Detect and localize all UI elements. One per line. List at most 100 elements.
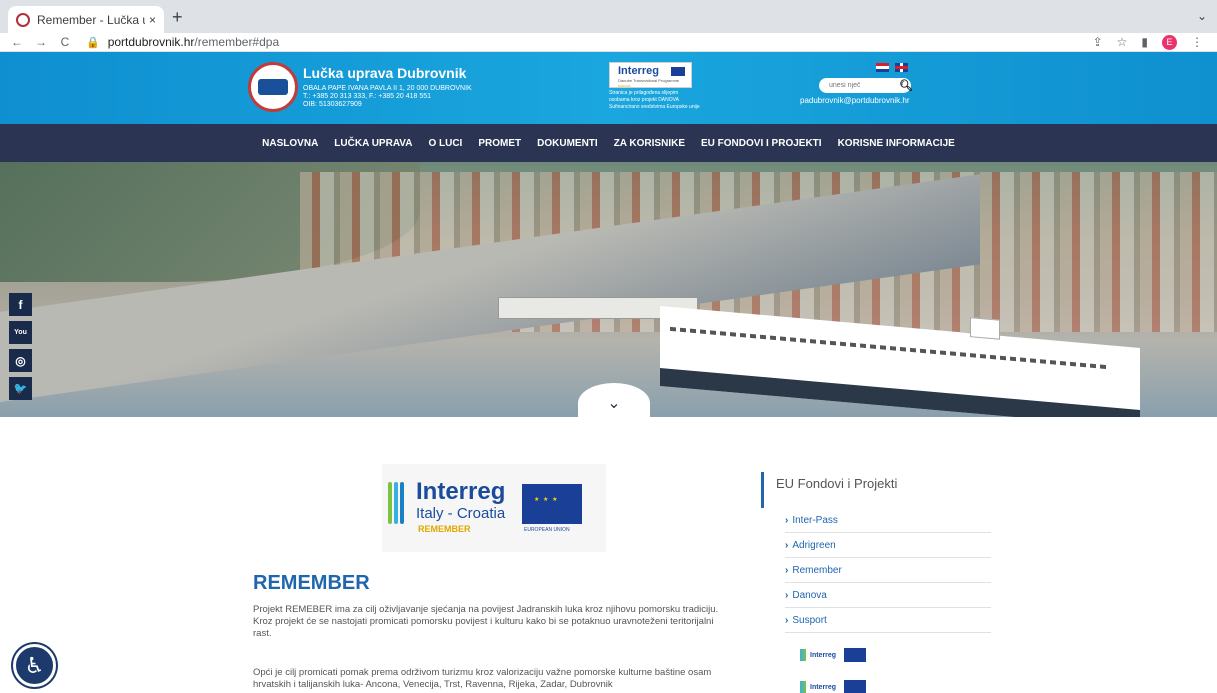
- port-authority-logo[interactable]: [248, 62, 298, 112]
- tab-title: Remember - Lučka uprava Dub: [37, 12, 145, 27]
- sidebar-logo-remember[interactable]: Interreg: [800, 647, 878, 663]
- sidebar-item-label: Inter-Pass: [792, 514, 838, 526]
- sidebar-item-label: Susport: [792, 614, 827, 626]
- nav-za-korisnike[interactable]: ZA KORISNIKE: [614, 138, 685, 149]
- chevron-right-icon: ›: [785, 564, 789, 576]
- sidebar: EU Fondovi i Projekti › Inter-Pass › Adrig…: [761, 472, 991, 633]
- croatian-flag-icon[interactable]: [876, 63, 889, 72]
- mini-logo-text: Interreg: [810, 651, 837, 659]
- sidebar-title: EU Fondovi i Projekti: [761, 472, 991, 508]
- lock-icon: 🔒: [86, 36, 100, 49]
- ship-funnel: [970, 317, 1000, 340]
- ship-emblem-icon: [258, 79, 288, 95]
- site-title[interactable]: Lučka uprava Dubrovnik: [303, 65, 466, 81]
- oib-text: OIB: 51303627909: [303, 101, 362, 108]
- note-line-2: osobama kroz projekt DANOVA: [609, 97, 679, 103]
- search-box: 🔍︎: [819, 78, 913, 93]
- goal-paragraph: Opći je cilj promicati pomak prema održi…: [253, 667, 712, 690]
- email-link[interactable]: padubrovnik@portdubrovnik.hr: [800, 96, 910, 105]
- chevron-right-icon: ›: [785, 514, 789, 526]
- contact-info: OBALA PAPE IVANA PAVLA II 1, 20 000 DUBR…: [303, 85, 472, 109]
- language-switcher: [876, 63, 908, 72]
- address-bar[interactable]: 🔒 portdubrovnik.hr/remember#dpa: [86, 35, 1093, 49]
- ship-lifeboats: [670, 326, 1110, 370]
- nav-promet[interactable]: PROMET: [478, 138, 521, 149]
- sidebar-item-label: Danova: [792, 589, 827, 601]
- profile-avatar[interactable]: E: [1162, 34, 1177, 50]
- interreg-stripes-icon: [388, 482, 404, 524]
- mini-logo-text: Interreg: [810, 683, 837, 691]
- forward-button[interactable]: →: [32, 35, 50, 49]
- interreg-stripes-icon: [800, 649, 806, 661]
- main-navigation: NASLOVNA LUČKA UPRAVA O LUCI PROMET DOKU…: [0, 124, 1217, 162]
- accessibility-note: Stranica je prilagođena slijepim osobama…: [609, 90, 700, 111]
- chevron-right-icon: ›: [785, 539, 789, 551]
- interreg-sub-text: Danube Transnational Programme: [618, 78, 680, 83]
- sidebar-logo-second[interactable]: Interreg: [800, 679, 878, 693]
- nav-korisne-informacije[interactable]: KORISNE INFORMACIJE: [838, 138, 955, 149]
- sidebar-item-label: Adrigreen: [792, 539, 836, 551]
- instagram-icon[interactable]: ◎: [9, 349, 32, 372]
- logo-remember: REMEMBER: [418, 524, 471, 534]
- interreg-danube-logo[interactable]: Interreg Danube Transnational Programme …: [609, 62, 692, 88]
- eu-flag-icon: [671, 67, 685, 76]
- url-host: portdubrovnik.hr: [107, 35, 195, 49]
- nav-eu-fondovi[interactable]: EU FONDOVI I PROJEKTI: [701, 138, 822, 149]
- page-content: Interreg Italy - Croatia REMEMBER EUROPE…: [0, 417, 1217, 693]
- scroll-down-button[interactable]: ⌄: [578, 383, 650, 417]
- browser-menu-icon[interactable]: ⋮: [1191, 35, 1203, 49]
- side-panel-icon[interactable]: ▮: [1141, 35, 1148, 49]
- sidebar-item-adrigreen[interactable]: › Adrigreen: [785, 533, 991, 558]
- browser-tabbar: Remember - Lučka uprava Dub × + ⌄: [0, 0, 1217, 33]
- eu-flag-icon: [522, 484, 582, 524]
- eu-flag-icon: [844, 648, 867, 662]
- intro-paragraph: Projekt REMEBER ima za cilj oživljavanje…: [253, 604, 719, 639]
- logo-interreg: Interreg: [416, 478, 506, 505]
- sidebar-item-remember[interactable]: › Remember: [785, 558, 991, 583]
- bookmark-star-icon[interactable]: ☆: [1117, 35, 1128, 49]
- address-text: OBALA PAPE IVANA PAVLA II 1, 20 000 DUBR…: [303, 85, 472, 92]
- back-button[interactable]: ←: [8, 35, 26, 49]
- twitter-icon[interactable]: 🐦: [9, 377, 32, 400]
- favicon-icon: [16, 12, 30, 27]
- tab-close-icon[interactable]: ×: [149, 13, 156, 27]
- social-links: f You ◎ 🐦: [9, 293, 32, 400]
- logo-eu-text: EUROPEAN UNION: [524, 527, 570, 533]
- phone-text: T.: +385 20 313 333, F.: +385 20 418 551: [303, 93, 432, 100]
- nav-o-luci[interactable]: O LUCI: [428, 138, 462, 149]
- sidebar-item-inter-pass[interactable]: › Inter-Pass: [785, 508, 991, 533]
- danova-text: DANOVA: [618, 84, 631, 88]
- search-icon[interactable]: 🔍︎: [899, 79, 913, 92]
- sidebar-item-label: Remember: [792, 564, 842, 576]
- search-input[interactable]: [829, 82, 897, 89]
- share-icon[interactable]: ⇪: [1093, 35, 1103, 49]
- sidebar-item-susport[interactable]: › Susport: [785, 608, 991, 633]
- tab-search-icon[interactable]: ⌄: [1197, 9, 1207, 23]
- accessibility-icon: ♿︎: [24, 652, 45, 678]
- interreg-logo-text: Interreg: [618, 65, 659, 77]
- logo-italy-croatia: Italy - Croatia: [416, 505, 506, 522]
- chevron-right-icon: ›: [785, 589, 789, 601]
- facebook-icon[interactable]: f: [9, 293, 32, 316]
- browser-toolbar: ← → C 🔒 portdubrovnik.hr/remember#dpa ⇪ …: [0, 33, 1217, 52]
- note-line-3: Sufinancirano sredstvima Europske unije: [609, 104, 700, 110]
- nav-lucka-uprava[interactable]: LUČKA UPRAVA: [334, 138, 412, 149]
- youtube-icon[interactable]: You: [9, 321, 32, 344]
- remember-project-logo: Interreg Italy - Croatia REMEMBER EUROPE…: [382, 464, 606, 552]
- new-tab-button[interactable]: +: [172, 7, 183, 28]
- sidebar-item-danova[interactable]: › Danova: [785, 583, 991, 608]
- hero-image: f You ◎ 🐦 ⌄: [0, 162, 1217, 417]
- page-title: REMEMBER: [253, 572, 370, 594]
- reload-button[interactable]: C: [56, 35, 74, 49]
- browser-tab[interactable]: Remember - Lučka uprava Dub ×: [8, 6, 164, 33]
- nav-dokumenti[interactable]: DOKUMENTI: [537, 138, 598, 149]
- nav-naslovna[interactable]: NASLOVNA: [262, 138, 318, 149]
- site-header: Lučka uprava Dubrovnik OBALA PAPE IVANA …: [0, 52, 1217, 124]
- url-path: /remember#dpa: [194, 35, 280, 49]
- accessibility-button[interactable]: ♿︎: [13, 644, 56, 687]
- english-flag-icon[interactable]: [895, 63, 908, 72]
- chevron-down-icon: ⌄: [607, 395, 621, 412]
- chevron-right-icon: ›: [785, 614, 789, 626]
- interreg-stripes-icon: [800, 681, 806, 693]
- note-line-1: Stranica je prilagođena slijepim: [609, 90, 679, 96]
